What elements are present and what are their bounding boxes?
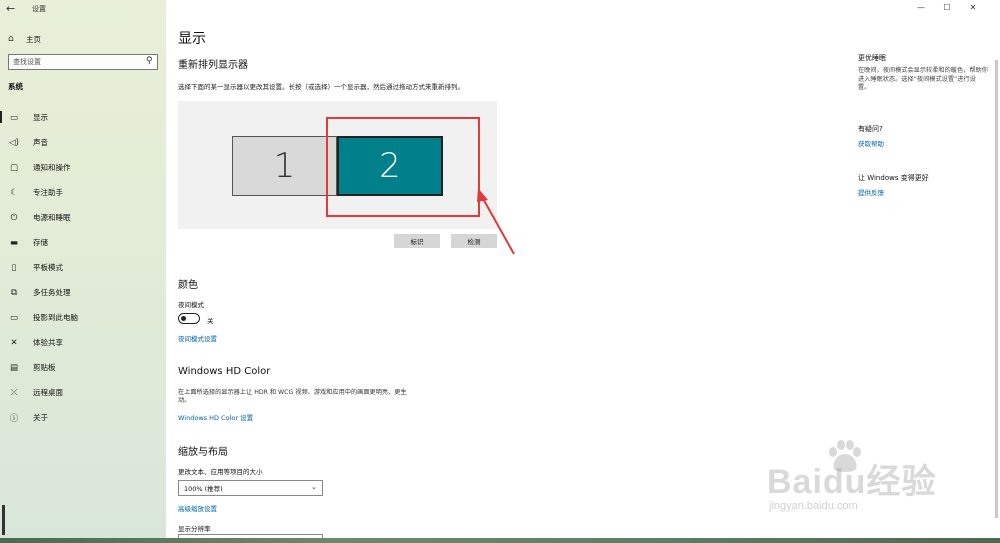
sidebar-item-tablet[interactable]: ▯ 平板模式 <box>0 255 166 280</box>
arrange-heading: 重新排列显示器 <box>178 60 248 71</box>
taskbar-strip <box>0 538 1000 543</box>
watermark-brand: Baidu经验 <box>767 463 937 501</box>
home-link[interactable]: ⌂ 主页 <box>8 32 41 46</box>
moon-icon: ☾ <box>10 187 18 198</box>
sidebar-item-label: 声音 <box>33 138 48 147</box>
detect-button[interactable]: 检测 <box>451 234 497 248</box>
scale-size-label: 更改文本、应用等项目的大小 <box>178 468 263 476</box>
sidebar-item-label: 电源和睡眠 <box>33 213 71 222</box>
toggle-state-label: 关 <box>207 317 214 325</box>
scale-select-value: 100% (推荐) <box>184 485 223 493</box>
minimize-icon[interactable]: — <box>908 3 934 12</box>
sidebar-item-label: 通知和操作 <box>33 163 71 172</box>
identify-button[interactable]: 标识 <box>394 234 440 248</box>
search-box[interactable]: ⚲ <box>8 54 158 70</box>
speaker-icon: ◁) <box>9 137 19 148</box>
sidebar-item-display[interactable]: ▭ 显示 <box>0 105 166 130</box>
advanced-scaling-link[interactable]: 高级缩放设置 <box>178 503 217 513</box>
section-label: 系统 <box>8 82 23 91</box>
sidebar-item-label: 多任务处理 <box>33 288 71 297</box>
tablet-icon: ▯ <box>11 262 17 273</box>
sidebar-item-label: 剪贴板 <box>33 363 56 372</box>
highlight-box <box>326 117 480 217</box>
search-icon[interactable]: ⚲ <box>146 56 153 66</box>
toggle-knob <box>181 316 186 321</box>
sidebar-item-label: 显示 <box>33 113 48 122</box>
multitask-icon: ⧉ <box>10 287 18 298</box>
night-mode-settings-link[interactable]: 夜间模式设置 <box>178 333 217 343</box>
sidebar-item-shared-experiences[interactable]: ✕ 体验共享 <box>0 330 166 355</box>
watermark-url: jingyan.baidu.com <box>769 500 858 512</box>
remote-desktop-icon: ⤫ <box>10 387 18 398</box>
sidebar-item-focus-assist[interactable]: ☾ 专注助手 <box>0 180 166 205</box>
search-input[interactable] <box>13 58 141 66</box>
monitor-icon: ▭ <box>9 112 19 123</box>
resolution-label: 显示分辨率 <box>178 525 211 533</box>
sidebar-scrollbar[interactable] <box>2 505 5 535</box>
sidebar-item-label: 远程桌面 <box>33 388 63 397</box>
sidebar-nav: ▭ 显示 ◁) 声音 ▢ 通知和操作 ☾ 专注助手 ⏻ 电源和睡眠 ▬ 存储 ▯… <box>0 105 166 430</box>
baidu-watermark: Baidu经验 jingyan.baidu.com <box>767 440 997 520</box>
close-icon[interactable]: ✕ <box>960 3 986 12</box>
title-bar: ← 设置 <box>0 0 166 18</box>
clipboard-icon: ▤ <box>9 362 19 373</box>
sidebar-item-label: 平板模式 <box>33 263 63 272</box>
project-icon: ▭ <box>9 312 19 323</box>
sleep-heading: 更优睡眠 <box>858 54 886 62</box>
scale-heading: 缩放与布局 <box>178 447 228 458</box>
sidebar-item-label: 存储 <box>33 238 48 247</box>
hd-color-settings-link[interactable]: Windows HD Color 设置 <box>178 412 253 422</box>
annotation-arrow-icon <box>477 188 515 255</box>
sidebar-item-power[interactable]: ⏻ 电源和睡眠 <box>0 205 166 230</box>
page-title: 显示 <box>178 31 206 47</box>
sidebar-item-sound[interactable]: ◁) 声音 <box>0 130 166 155</box>
get-help-link[interactable]: 获取帮助 <box>858 138 884 148</box>
sidebar-item-label: 体验共享 <box>33 338 63 347</box>
sidebar-item-clipboard[interactable]: ▤ 剪贴板 <box>0 355 166 380</box>
sidebar-item-projecting[interactable]: ▭ 投影到此电脑 <box>0 305 166 330</box>
power-icon: ⏻ <box>10 212 18 223</box>
arrow-left-icon[interactable]: ← <box>6 2 15 15</box>
hd-color-heading: Windows HD Color <box>178 366 271 377</box>
info-icon: ⓘ <box>9 413 19 424</box>
home-icon: ⌂ <box>8 34 14 44</box>
sidebar-item-remote-desktop[interactable]: ⤫ 远程桌面 <box>0 380 166 405</box>
sidebar-item-about[interactable]: ⓘ 关于 <box>0 405 166 430</box>
night-mode-toggle[interactable] <box>178 313 200 324</box>
hd-color-description: 在上面所选择的显示器上让 HDR 和 WCG 视频、游戏和应用中的画面更明亮、更… <box>178 389 407 405</box>
sidebar-item-storage[interactable]: ▬ 存储 <box>0 230 166 255</box>
color-heading: 颜色 <box>178 280 198 291</box>
night-mode-label: 夜间模式 <box>178 301 204 309</box>
monitor-1[interactable]: 1 <box>232 136 337 196</box>
home-label: 主页 <box>26 34 41 44</box>
scale-select[interactable]: 100% (推荐) ⌄ <box>178 480 323 496</box>
feedback-heading: 让 Windows 变得更好 <box>858 174 929 182</box>
sidebar: ← 设置 ⌂ 主页 ⚲ 系统 ▭ 显示 ◁) 声音 ▢ 通知和操作 ☾ 专注助手… <box>0 0 166 543</box>
help-heading: 有疑问? <box>858 125 883 133</box>
share-icon: ✕ <box>10 337 18 348</box>
sleep-text: 在晚间，夜间模式会显示较柔和的暖色，帮助你进入睡眠状态。选择“夜间模式设置”进行… <box>858 67 988 92</box>
chevron-down-icon: ⌄ <box>311 483 317 491</box>
arrange-description: 选择下面的某一显示器以更改其设置。长按（或选择）一个显示器，然后通过拖动方式来重… <box>178 83 464 91</box>
sidebar-item-multitasking[interactable]: ⧉ 多任务处理 <box>0 280 166 305</box>
window-controls: — ☐ ✕ <box>908 3 986 12</box>
sidebar-item-notifications[interactable]: ▢ 通知和操作 <box>0 155 166 180</box>
app-title: 设置 <box>32 5 46 13</box>
sidebar-item-label: 投影到此电脑 <box>33 313 78 322</box>
storage-icon: ▬ <box>9 237 19 248</box>
give-feedback-link[interactable]: 提供反馈 <box>858 187 884 197</box>
notification-icon: ▢ <box>9 162 19 173</box>
sidebar-item-label: 专注助手 <box>33 188 63 197</box>
maximize-icon[interactable]: ☐ <box>934 3 960 12</box>
sidebar-item-label: 关于 <box>33 413 48 422</box>
